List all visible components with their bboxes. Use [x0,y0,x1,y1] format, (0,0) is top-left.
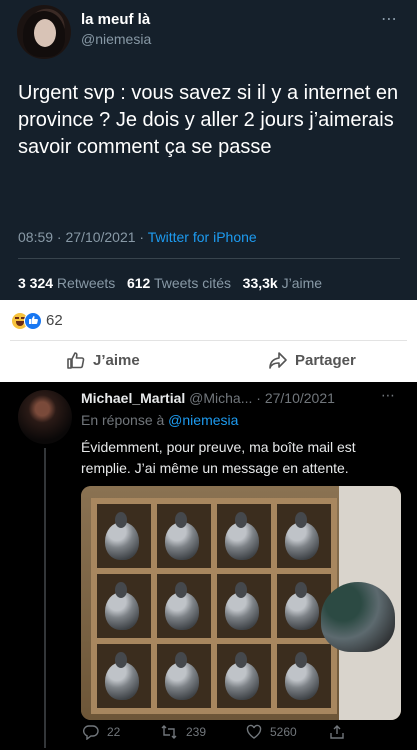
thread-line [44,448,46,748]
reaction-count[interactable]: 62 [46,312,63,329]
pigeonhole-photo[interactable] [81,486,401,720]
more-options-icon[interactable]: ⋯ [381,9,398,29]
retweets-stat[interactable]: 3 324 Retweets [18,275,115,291]
reply-icon [83,725,99,740]
facebook-reaction-bar: 62 J’aime Partager [0,300,417,382]
tweet-source-link[interactable]: Twitter for iPhone [148,229,257,245]
like-reaction-icon [24,312,42,330]
heart-icon [246,724,262,739]
share-button[interactable] [329,724,345,740]
more-options-icon[interactable]: ⋯ [381,387,396,404]
reply-button[interactable]: 22 [83,724,120,740]
divider [10,340,407,341]
like-count: 5260 [270,725,297,739]
retweet-count: 239 [186,725,207,739]
reply-author-line: Michael_Martial @Micha... · 27/10/2021 [81,390,335,406]
divider [18,258,400,259]
reactions-summary[interactable] [11,312,47,330]
tweet-text: Urgent svp : vous savez si il y a intern… [18,82,399,158]
reply-count: 22 [107,725,121,739]
display-name[interactable]: la meuf là [81,11,150,28]
avatar[interactable] [18,390,72,444]
reply-context: En réponse à @niemesia [81,412,239,428]
like-button[interactable]: J’aime [66,348,140,372]
like-button-label: J’aime [93,351,140,369]
handle-and-date[interactable]: @Micha... · 27/10/2021 [185,390,335,406]
tweet-actions: 22 239 5260 [81,724,401,744]
original-tweet: la meuf là @niemesia ⋯ Urgent svp : vous… [0,0,417,300]
retweet-icon [161,725,177,739]
tweet-metadata: 08:59 · 27/10/2021 · Twitter for iPhone [18,229,257,245]
avatar[interactable] [17,5,71,59]
share-icon [330,725,344,739]
waiting-pigeon [321,582,395,652]
quotes-stat[interactable]: 612 Tweets cités [127,275,231,291]
share-button-label: Partager [295,351,356,369]
share-arrow-icon [269,352,287,369]
display-name[interactable]: Michael_Martial [81,390,185,406]
reply-tweet: Michael_Martial @Micha... · 27/10/2021 ⋯… [0,382,417,750]
reply-to-handle-link[interactable]: @niemesia [168,412,238,428]
thumbs-up-icon [67,352,85,369]
tweet-timestamp[interactable]: 08:59 · 27/10/2021 · [18,229,148,245]
share-button[interactable]: Partager [268,348,356,372]
likes-stat[interactable]: 33,3k J’aime [243,275,322,291]
pigeon-grid [91,498,337,714]
like-button[interactable]: 5260 [246,724,297,740]
user-handle[interactable]: @niemesia [81,31,151,47]
reply-text: Évidemment, pour preuve, ma boîte mail e… [81,439,356,476]
retweet-button[interactable]: 239 [160,724,206,740]
tweet-stats: 3 324 Retweets 612 Tweets cités 33,3k J’… [18,275,322,291]
